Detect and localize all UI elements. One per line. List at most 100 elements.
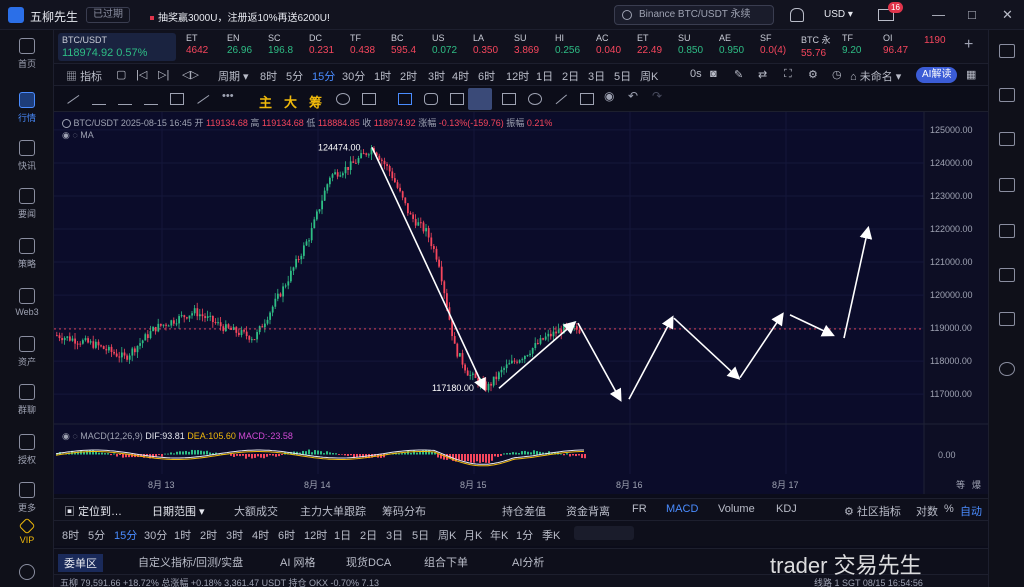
locate-button[interactable]: ▣ 定位到… (64, 503, 122, 519)
bottom-interval-tab[interactable]: 6时 (278, 527, 295, 543)
tools-icon[interactable] (999, 312, 1015, 326)
bottom-interval-tab[interactable]: 3时 (226, 527, 243, 543)
bottom-interval-tab[interactable]: 5日 (412, 527, 429, 543)
bottom-interval-tab[interactable]: 4时 (252, 527, 269, 543)
sidebar-item-home[interactable]: 首页 (0, 38, 54, 70)
filter-icon[interactable] (580, 93, 594, 105)
sidebar-item-strategy[interactable]: 策略 (0, 238, 54, 270)
camera-icon[interactable]: ◙ (710, 68, 717, 80)
interval-tab[interactable]: 12时 (506, 68, 529, 84)
community-indicator-button[interactable]: ⚙ 社区指标 (844, 503, 901, 519)
bottom-interval-tab[interactable]: 15分 (114, 527, 137, 543)
bottom-interval-tab[interactable]: 2日 (360, 527, 377, 543)
date-range-select[interactable]: 日期范围 ▾ (152, 503, 205, 519)
macd-indicator-label[interactable]: ◉ ◌ MACD(12,26,9) DIF:93.81 DEA:105.60 M… (62, 431, 293, 442)
ticker-item[interactable]: HI 0.256 (555, 33, 593, 61)
period-select[interactable]: 周期 ▾ (218, 68, 249, 84)
ticker-item[interactable]: SC 196.8 (268, 33, 306, 61)
layout-icon[interactable] (999, 268, 1015, 282)
ticker-item[interactable]: EN 26.96 (227, 33, 265, 61)
ruler-icon[interactable] (362, 93, 376, 105)
minimize-button[interactable]: — (932, 8, 945, 22)
trade-tab[interactable]: 现货DCA (346, 554, 391, 570)
bottom-interval-tab[interactable]: 8时 (62, 527, 79, 543)
compare-icon[interactable]: ⇄ (758, 68, 767, 81)
interval-tab[interactable]: 3日 (588, 68, 605, 84)
log-scale-toggle[interactable]: 对数 (916, 503, 938, 519)
bottom-interval-tab[interactable]: 周K (438, 527, 456, 543)
bottom-interval-tab[interactable]: 1日 (334, 527, 351, 543)
rectangle-icon[interactable] (170, 93, 184, 105)
pen-draw-icon[interactable] (196, 94, 210, 104)
bottom-interval-tab[interactable]: 2时 (200, 527, 217, 543)
eye-toggle-icon[interactable] (62, 119, 71, 129)
sidebar-item-more[interactable]: 更多 (0, 482, 54, 514)
step-back-icon[interactable]: |◁ (136, 68, 147, 81)
sidebar-item-settings[interactable] (0, 564, 54, 583)
sidebar-item-vip[interactable]: VIP (0, 517, 54, 545)
trade-tab[interactable]: AI分析 (512, 554, 544, 570)
sidebar-item-auth[interactable]: 授权 (0, 434, 54, 466)
interval-tab[interactable]: 4时 (452, 68, 469, 84)
price-axis[interactable] (924, 112, 988, 494)
seconds-select[interactable]: 0s (690, 68, 702, 80)
clock-icon[interactable]: ◷ (832, 68, 842, 81)
interval-scrollbar[interactable] (574, 526, 634, 540)
indicator-tab[interactable]: 筹码分布 (382, 503, 426, 519)
indicator-tab[interactable]: Volume (718, 503, 755, 515)
calendar-icon[interactable]: ▢ (116, 68, 126, 81)
pen-icon[interactable]: ✎ (734, 68, 743, 81)
channel-icon[interactable] (118, 93, 132, 105)
search-input[interactable]: Binance BTC/USDT 永续 (614, 5, 774, 25)
ticker-item[interactable]: ET 22.49 (637, 33, 675, 61)
gear-icon[interactable]: ⚙ (808, 68, 818, 81)
trade-tab[interactable]: 自定义指标/回测/实盘 (138, 554, 243, 570)
bottom-interval-tab[interactable]: 12时 (304, 527, 327, 543)
ticker-item[interactable]: AC 0.040 (596, 33, 634, 61)
ticker-item[interactable]: 1190 (924, 33, 962, 61)
ticker-item[interactable]: LA 0.350 (473, 33, 511, 61)
main-force-button[interactable]: 主 (259, 92, 272, 111)
sync-icon[interactable] (336, 93, 350, 105)
bottom-interval-tab[interactable]: 月K (464, 527, 482, 543)
layout-select[interactable]: ⌂ 未命名 ▾ (850, 68, 901, 84)
indicator-button[interactable]: ▦ 指标 (66, 68, 102, 84)
redo-icon[interactable]: ↷ (652, 89, 666, 103)
ticker-item[interactable]: BTC 永 55.76 (801, 33, 839, 61)
bottom-interval-tab[interactable]: 季K (542, 527, 560, 543)
trendline-icon[interactable] (66, 94, 80, 104)
interval-tab[interactable]: 5分 (286, 68, 303, 84)
large-order-button[interactable]: 大 (284, 92, 297, 111)
replay-icon[interactable]: ◁▷ (182, 68, 199, 81)
interval-tab[interactable]: 15分 (312, 68, 335, 84)
stopwatch-icon[interactable] (528, 93, 542, 105)
indicator-tab[interactable]: 大额成交 (234, 503, 278, 519)
bottom-interval-tab[interactable]: 年K (490, 527, 508, 543)
interval-tab[interactable]: 1日 (536, 68, 553, 84)
ai-interpret-button[interactable]: AI解读 (916, 67, 958, 83)
trade-tab[interactable]: 委单区 (58, 554, 103, 572)
calculator-icon[interactable] (999, 224, 1015, 238)
indicator-tab[interactable]: 主力大单跟踪 (300, 503, 366, 519)
trend-icon[interactable] (999, 178, 1015, 192)
interval-tab[interactable]: 1时 (374, 68, 391, 84)
interval-tab[interactable]: 5日 (614, 68, 631, 84)
ticker-item[interactable]: BC 595.4 (391, 33, 429, 61)
interval-tab[interactable]: 2时 (400, 68, 417, 84)
indicator-tab[interactable]: FR (632, 503, 647, 515)
bottom-interval-tab[interactable]: 1时 (174, 527, 191, 543)
more-tools-icon[interactable]: ••• (222, 90, 236, 102)
annotation-arrow[interactable] (628, 315, 674, 400)
magnet-icon[interactable] (468, 88, 492, 110)
ticker-item[interactable]: DC 0.231 (309, 33, 347, 61)
axis-settings-label[interactable]: 爆 (972, 479, 981, 490)
annotation-arrow[interactable] (673, 317, 741, 380)
brush-icon[interactable] (450, 93, 464, 105)
annotation-arrow[interactable] (739, 312, 784, 379)
percent-scale-toggle[interactable]: % (944, 503, 954, 515)
check-icon[interactable] (554, 93, 568, 105)
add-ticker-button[interactable]: + (964, 36, 973, 54)
bottom-interval-tab[interactable]: 1分 (516, 527, 533, 543)
bottom-interval-tab[interactable]: 3日 (386, 527, 403, 543)
select-icon[interactable] (398, 93, 412, 105)
